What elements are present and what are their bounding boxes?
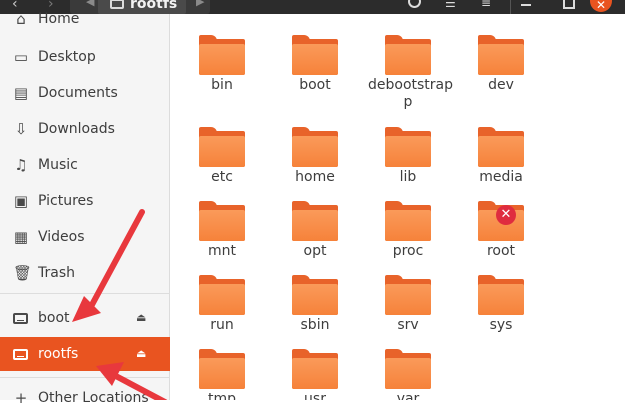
folder-name: boot xyxy=(299,77,331,93)
close-icon[interactable]: ✕ xyxy=(590,0,612,12)
pictures-icon: ▣ xyxy=(13,192,29,210)
folder-item[interactable]: sys xyxy=(461,254,541,344)
sidebar-item-boot[interactable]: boot ⏏ xyxy=(0,301,170,335)
sidebar-item-label: Trash xyxy=(38,265,75,281)
folder-icon xyxy=(385,275,431,315)
sidebar-item-label: Desktop xyxy=(38,49,96,65)
minimize-icon[interactable] xyxy=(521,4,531,6)
folder-icon xyxy=(292,275,338,315)
folder-item[interactable]: var xyxy=(368,328,448,400)
sidebar-divider xyxy=(0,293,170,294)
folder-icon xyxy=(199,35,245,75)
folder-item[interactable]: tmp xyxy=(182,328,262,400)
sidebar-item-documents[interactable]: ▤ Documents xyxy=(0,76,170,110)
folder-item[interactable]: usr xyxy=(275,328,355,400)
folder-item[interactable]: boot xyxy=(275,14,355,104)
sidebar-item-label: Pictures xyxy=(38,193,94,209)
sidebar-item-rootfs[interactable]: rootfs ⏏ xyxy=(0,337,170,371)
folder-name: sys xyxy=(489,317,513,333)
folder-icon xyxy=(199,275,245,315)
folder-icon xyxy=(385,127,431,167)
plus-icon: + xyxy=(14,389,28,407)
folder-name: bin xyxy=(211,77,233,93)
sidebar-item-videos[interactable]: ▦ Videos xyxy=(0,220,170,254)
no-access-badge-icon: ✕ xyxy=(496,205,516,225)
folder-icon xyxy=(292,35,338,75)
maximize-icon[interactable] xyxy=(563,0,575,9)
sidebar-item-downloads[interactable]: ⇩ Downloads xyxy=(0,112,170,146)
folder-item[interactable]: dev xyxy=(461,14,541,104)
folder-name: dev xyxy=(488,77,514,93)
documents-icon: ▤ xyxy=(13,84,29,102)
sidebar-item-label: Downloads xyxy=(38,121,115,137)
folder-item[interactable]: debootstrap p xyxy=(368,14,453,110)
eject-icon[interactable]: ⏏ xyxy=(136,311,146,324)
folder-icon xyxy=(385,201,431,241)
videos-icon: ▦ xyxy=(13,228,29,246)
downloads-icon: ⇩ xyxy=(14,120,28,138)
folder-item[interactable]: bin xyxy=(182,14,262,104)
sidebar-item-desktop[interactable]: ▭ Desktop xyxy=(0,40,170,74)
music-icon: ♫ xyxy=(14,156,28,174)
folder-icon xyxy=(292,349,338,389)
sidebar-item-label: Music xyxy=(38,157,78,173)
trash-icon: 🗑 xyxy=(13,264,33,282)
folder-icon xyxy=(292,201,338,241)
sidebar-item-trash[interactable]: 🗑 Trash xyxy=(0,256,170,290)
desktop-icon: ▭ xyxy=(13,48,29,66)
drive-icon xyxy=(13,349,28,360)
folder-name: usr xyxy=(304,391,326,400)
sidebar-item-label: rootfs xyxy=(38,346,79,362)
sidebar-item-home[interactable]: ⌂ Home xyxy=(0,2,170,36)
path-scroll-right-icon[interactable]: ▶ xyxy=(196,0,204,8)
sidebar-item-pictures[interactable]: ▣ Pictures xyxy=(0,184,170,218)
folder-icon xyxy=(478,127,524,167)
folder-icon xyxy=(385,349,431,389)
sidebar-item-label: Videos xyxy=(38,229,85,245)
menu-icon[interactable]: ≡ xyxy=(481,0,491,10)
search-icon[interactable] xyxy=(408,0,421,8)
file-grid: bin boot debootstrap p dev etc home lib media mnt… xyxy=(170,14,625,400)
sidebar-divider xyxy=(0,377,170,378)
folder-icon xyxy=(385,35,431,75)
folder-icon xyxy=(478,275,524,315)
home-icon: ⌂ xyxy=(16,10,26,28)
sidebar-item-label: boot xyxy=(38,310,70,326)
folder-icon xyxy=(199,127,245,167)
header-separator xyxy=(510,0,511,14)
eject-icon[interactable]: ⏏ xyxy=(136,347,146,360)
sidebar-item-label: Documents xyxy=(38,85,118,101)
sidebar-item-label: Home xyxy=(38,11,80,27)
sidebar-item-music[interactable]: ♫ Music xyxy=(0,148,170,182)
folder-icon xyxy=(478,35,524,75)
folder-icon xyxy=(199,349,245,389)
folder-icon xyxy=(199,201,245,241)
sidebar-item-other-locations[interactable]: + Other Locations xyxy=(0,381,170,415)
folder-name: var xyxy=(396,391,420,400)
sidebar-item-label: Other Locations xyxy=(38,390,149,406)
folder-name: tmp xyxy=(207,391,236,400)
list-view-icon[interactable]: ☰ xyxy=(445,0,456,10)
sidebar: ⌂ Home ▭ Desktop ▤ Documents ⇩ Downloads… xyxy=(0,11,170,406)
folder-icon xyxy=(292,127,338,167)
drive-icon xyxy=(13,313,28,324)
